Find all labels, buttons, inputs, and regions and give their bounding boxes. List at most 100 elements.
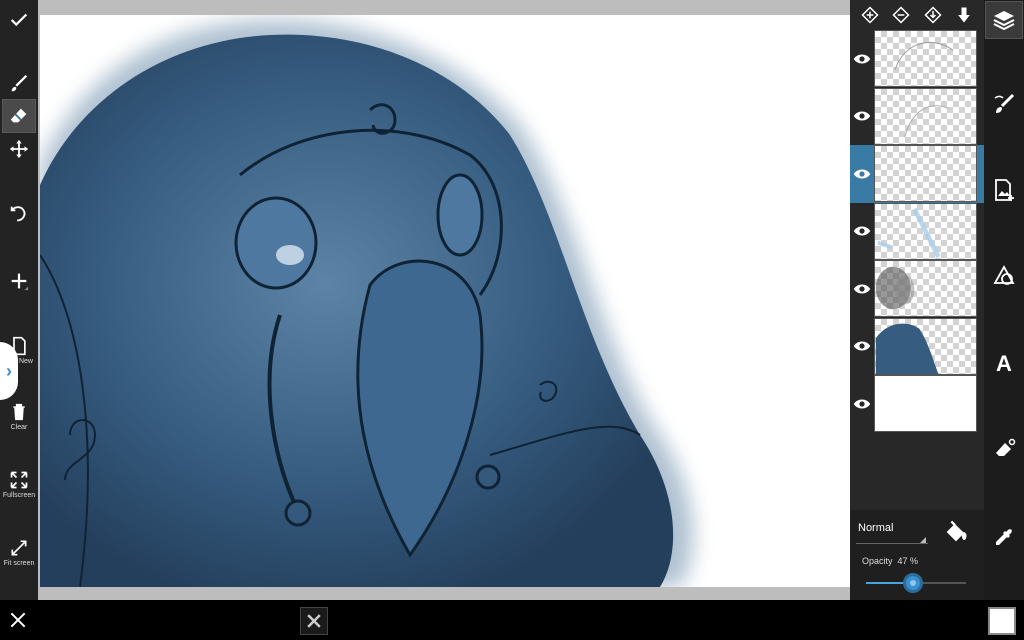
brush-icon — [11, 74, 28, 92]
move-icon — [9, 139, 29, 159]
check-icon — [10, 13, 28, 27]
merge-layer-button[interactable] — [921, 3, 945, 27]
fit-screen-button[interactable]: Fit screen — [0, 538, 38, 567]
eye-icon — [853, 54, 871, 64]
visibility-toggle[interactable] — [850, 88, 874, 145]
layer-thumbnail — [874, 317, 977, 375]
eye-icon — [853, 169, 871, 179]
color-picker-swatch[interactable] — [988, 607, 1016, 635]
layer-item[interactable] — [850, 202, 984, 261]
remove-layer-button[interactable] — [889, 3, 913, 27]
text-icon: A — [996, 351, 1012, 376]
paint-bucket-icon — [946, 520, 967, 542]
sketch-thumbnail — [894, 42, 954, 70]
layer-thumbnail — [874, 145, 977, 202]
layer-thumbnail — [874, 202, 977, 260]
confirm-button[interactable] — [3, 4, 35, 36]
drawing-canvas[interactable] — [40, 15, 850, 587]
brush-tool-button[interactable] — [3, 68, 35, 100]
trash-icon — [13, 403, 25, 421]
visibility-toggle[interactable] — [850, 203, 874, 260]
fullscreen-button[interactable]: Fullscreen — [0, 470, 38, 499]
opacity-slider-handle[interactable] — [903, 573, 923, 593]
blend-mode-underline — [856, 543, 928, 544]
fullscreen-icon — [10, 471, 28, 489]
x-icon — [307, 614, 321, 628]
add-button[interactable] — [3, 265, 35, 297]
add-layer-button[interactable] — [858, 3, 882, 27]
layer-item[interactable] — [850, 317, 984, 376]
text-tool-button[interactable]: A — [986, 346, 1022, 382]
layer-thumbnail — [874, 30, 977, 87]
layer-thumbnail — [874, 375, 977, 432]
effects-button[interactable] — [986, 432, 1022, 468]
shading-thumbnail — [875, 266, 915, 310]
visibility-toggle[interactable] — [850, 375, 874, 432]
blend-mode-select[interactable]: Normal — [858, 522, 928, 534]
layer-item-background[interactable] — [850, 375, 984, 433]
effects-icon — [996, 438, 1016, 456]
move-down-icon — [958, 7, 971, 23]
move-layer-down-button[interactable] — [952, 3, 976, 27]
eye-icon — [853, 284, 871, 294]
layer-thumbnail — [874, 87, 977, 145]
fit-screen-icon — [11, 540, 27, 556]
opacity-slider[interactable] — [866, 573, 966, 593]
eyedropper-button[interactable] — [986, 520, 1022, 556]
chevron-right-icon: › — [6, 360, 12, 381]
clear-label: Clear — [10, 424, 28, 431]
add-image-button[interactable] — [986, 172, 1022, 208]
cancel-selection-button[interactable] — [300, 607, 328, 635]
opacity-text: Opacity — [862, 556, 893, 566]
highlight-thumbnail — [877, 207, 941, 258]
opacity-label: Opacity 47 % — [862, 556, 918, 566]
close-button[interactable] — [8, 610, 28, 630]
shapes-button[interactable] — [986, 258, 1022, 294]
remove-layer-icon — [892, 6, 910, 24]
drawing-app: New Clear Fullscreen Fit screen › Normal… — [0, 0, 1024, 640]
add-layer-icon — [861, 6, 879, 24]
layer-item[interactable] — [850, 87, 984, 146]
layer-properties: Normal Opacity 47 % — [850, 510, 984, 600]
undo-icon — [10, 206, 26, 222]
clear-button[interactable]: Clear — [0, 402, 38, 431]
brush-settings-button[interactable] — [986, 86, 1022, 122]
visibility-toggle[interactable] — [850, 145, 874, 202]
eye-icon — [853, 341, 871, 351]
lineart-thumbnail — [904, 104, 949, 137]
undo-button[interactable] — [3, 198, 35, 230]
layer-actions — [850, 0, 984, 30]
eyedropper-icon — [996, 529, 1012, 545]
eye-icon — [853, 226, 871, 236]
layers-icon — [993, 11, 1015, 31]
drawer-toggle[interactable]: › — [0, 342, 18, 400]
layer-item-selected[interactable] — [850, 145, 984, 203]
layer-item[interactable] — [850, 30, 984, 88]
visibility-toggle[interactable] — [850, 318, 874, 375]
layer-thumbnail — [874, 260, 977, 317]
eye-icon — [853, 399, 871, 409]
merge-layer-icon — [924, 6, 942, 24]
color-thumbnail — [875, 323, 939, 374]
bottom-bar — [0, 600, 1024, 640]
shapes-icon — [993, 265, 1015, 285]
visibility-toggle[interactable] — [850, 30, 874, 87]
add-image-icon — [995, 179, 1014, 201]
layers-panel: Normal Opacity 47 % — [850, 0, 984, 600]
canvas-area[interactable] — [38, 0, 850, 600]
move-tool-button[interactable] — [3, 133, 35, 165]
dropdown-caret-icon — [920, 537, 926, 543]
opacity-value: 47 % — [897, 556, 919, 566]
visibility-toggle[interactable] — [850, 260, 874, 317]
close-icon — [10, 612, 26, 628]
fit-screen-label: Fit screen — [3, 560, 35, 567]
plus-icon — [11, 273, 29, 291]
brush-settings-icon — [994, 93, 1015, 113]
eraser-icon — [10, 108, 27, 123]
layers-button[interactable] — [985, 1, 1023, 39]
eraser-tool-button[interactable] — [2, 99, 36, 133]
layer-item[interactable] — [850, 260, 984, 318]
eye-icon — [853, 111, 871, 121]
fill-layer-button[interactable] — [942, 518, 970, 546]
right-toolbar: A — [984, 0, 1024, 600]
